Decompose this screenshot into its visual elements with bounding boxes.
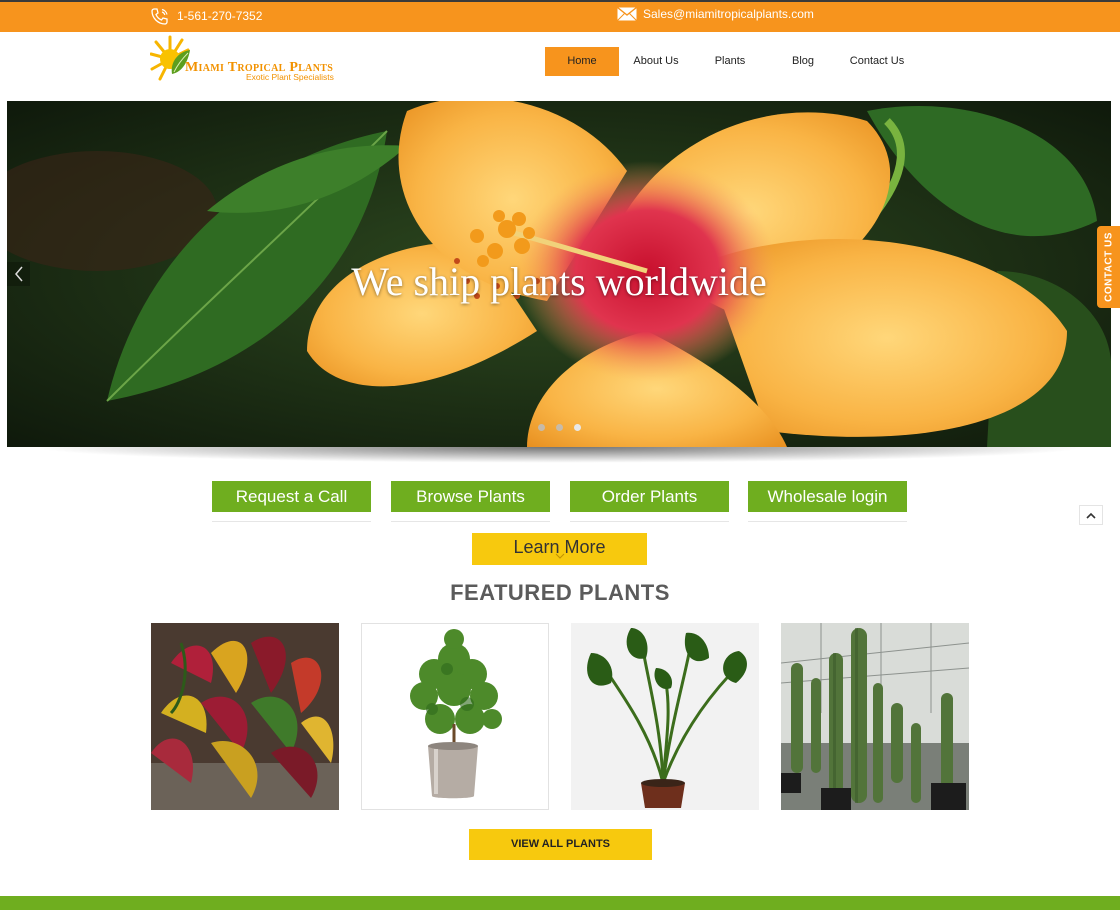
logo-tagline: Exotic Plant Specialists	[246, 72, 334, 82]
hero-slider[interactable]: We ship plants worldwide	[7, 101, 1111, 447]
featured-plants-heading: FEATURED PLANTS	[450, 580, 670, 605]
request-call-button[interactable]: Request a Call	[212, 481, 371, 512]
chevron-down-icon	[555, 553, 564, 559]
learn-more-button[interactable]: Learn More	[472, 533, 647, 565]
divider	[748, 521, 907, 522]
croton-plant-image	[151, 623, 339, 810]
scroll-to-top-button[interactable]	[1079, 505, 1103, 525]
divider	[391, 521, 550, 522]
slider-dot-active[interactable]	[574, 424, 581, 431]
divider	[212, 521, 371, 522]
phone-number: 1-561-270-7352	[177, 9, 263, 23]
chevron-up-icon	[1086, 512, 1096, 519]
slider-dot[interactable]	[556, 424, 563, 431]
wholesale-login-button[interactable]: Wholesale login	[748, 481, 907, 512]
slider-shadow	[30, 447, 1090, 463]
aralia-potted-plant-image	[362, 624, 548, 809]
featured-plant-alocasia[interactable]	[571, 623, 759, 810]
site-logo[interactable]: Miami Tropical Plants Exotic Plant Speci…	[150, 32, 350, 88]
email-link[interactable]: Sales@miamitropicalplants.com	[617, 7, 814, 21]
contact-us-tab-label: CONTACT US	[1103, 232, 1114, 302]
featured-plant-croton[interactable]	[151, 623, 339, 810]
slider-dot[interactable]	[538, 424, 545, 431]
phone-icon	[150, 7, 170, 25]
footer-bar	[0, 896, 1120, 910]
featured-plant-aralia[interactable]	[361, 623, 549, 810]
browse-plants-button[interactable]: Browse Plants	[391, 481, 550, 512]
divider	[570, 521, 729, 522]
order-plants-button[interactable]: Order Plants	[570, 481, 729, 512]
email-address: Sales@miamitropicalplants.com	[643, 7, 814, 21]
nav-blog[interactable]: Blog	[767, 47, 839, 76]
alocasia-potted-plant-image	[571, 623, 759, 810]
contact-us-tab[interactable]: CONTACT US	[1097, 226, 1120, 308]
top-contact-bar: 1-561-270-7352 Sales@miamitropicalplants…	[0, 0, 1120, 32]
sun-leaf-icon	[150, 35, 190, 81]
nav-contact-us[interactable]: Contact Us	[841, 47, 913, 76]
envelope-icon	[617, 7, 637, 21]
featured-plant-cactus[interactable]	[781, 623, 969, 810]
cactus-greenhouse-image	[781, 623, 969, 810]
phone-link[interactable]: 1-561-270-7352	[150, 7, 262, 25]
nav-about-us[interactable]: About Us	[619, 47, 693, 76]
nav-plants[interactable]: Plants	[695, 47, 765, 76]
hero-headline: We ship plants worldwide	[351, 259, 767, 304]
nav-home[interactable]: Home	[545, 47, 619, 76]
view-all-plants-button[interactable]: VIEW ALL PLANTS	[469, 829, 652, 860]
